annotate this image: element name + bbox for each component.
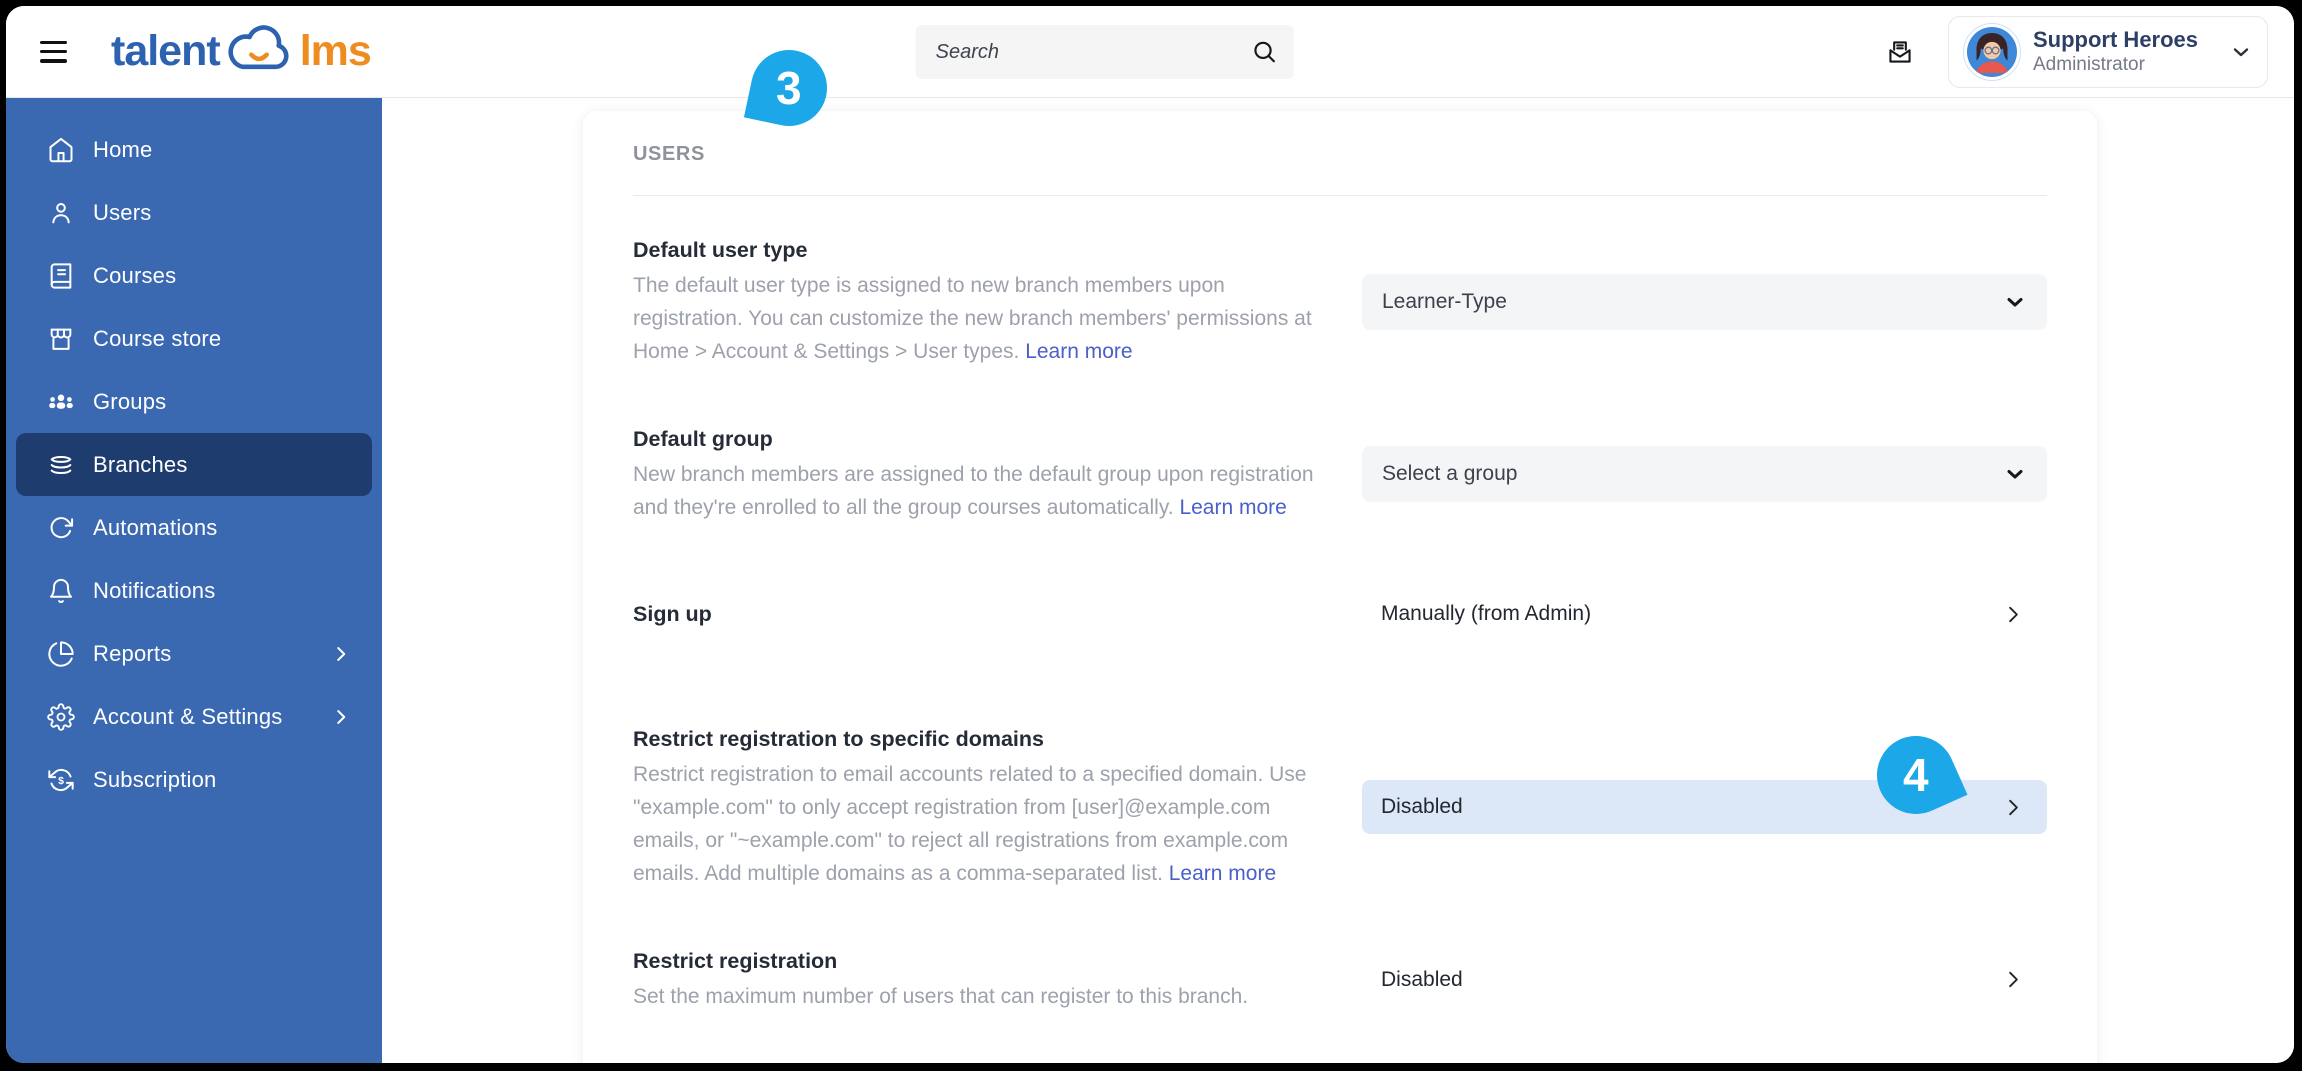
restrict-registration-setting[interactable]: Disabled (1362, 952, 2047, 1008)
setting-description: Restrict registration to email accounts … (633, 763, 1307, 885)
user-identity: Support Heroes Administrator (2033, 27, 2198, 76)
learn-more-link[interactable]: Learn more (1169, 862, 1276, 885)
sidebar-item-reports[interactable]: Reports (16, 622, 372, 685)
sidebar-nav: Home Users Courses Course store Groups B… (6, 98, 382, 1063)
sign-up-setting[interactable]: Manually (from Admin) (1362, 586, 2047, 642)
search-input[interactable] (915, 25, 1294, 79)
setting-row-sign-up: Sign up Manually (from Admin) (633, 552, 2047, 676)
search-icon[interactable] (1252, 39, 1278, 65)
storefront-icon (46, 325, 76, 353)
default-group-select[interactable]: Select a group (1362, 446, 2047, 502)
cloud-icon (228, 24, 289, 69)
sidebar-item-users[interactable]: Users (16, 181, 372, 244)
user-role: Administrator (2033, 54, 2145, 76)
groups-icon (46, 388, 76, 416)
hamburger-menu-icon[interactable] (40, 40, 67, 63)
branch-users-settings-card: USERS Default user type The default user… (583, 111, 2097, 1063)
setting-label: Default group (633, 427, 773, 451)
setting-label: Sign up (633, 602, 712, 626)
setting-row-restrict-registration: Restrict registration Set the maximum nu… (633, 918, 2047, 1041)
setting-description: Set the maximum number of users that can… (633, 985, 1249, 1008)
pie-chart-icon (46, 640, 76, 668)
global-search (915, 25, 1294, 79)
learn-more-link[interactable]: Learn more (1025, 340, 1132, 363)
app-window: talent lms Search Support Heroes Adminis… (6, 6, 2294, 1063)
logo-talent-text: talent (111, 27, 221, 75)
avatar (1963, 22, 2021, 81)
setting-label: Restrict registration (633, 949, 838, 973)
default-user-type-select[interactable]: Learner-Type (1362, 273, 2047, 330)
logo-lms-text: lms (299, 27, 372, 75)
setting-row-restrict-domains: Restrict registration to specific domain… (633, 676, 2047, 918)
chevron-right-icon (330, 706, 352, 728)
setting-description: New branch members are assigned to the d… (633, 463, 1314, 519)
sidebar-item-courses[interactable]: Courses (16, 244, 372, 307)
messages-inbox-icon[interactable] (1886, 38, 1914, 66)
header-right-cluster: Support Heroes Administrator (1886, 6, 2268, 97)
learn-more-link[interactable]: Learn more (1179, 496, 1286, 519)
chevron-right-icon (2002, 603, 2025, 626)
sidebar-item-course-store[interactable]: Course store (16, 307, 372, 370)
chevron-right-icon (2002, 796, 2025, 819)
chevron-right-icon (330, 643, 352, 665)
subscription-icon: $ (46, 766, 76, 794)
talentlms-logo[interactable]: talent lms (111, 21, 372, 83)
user-menu[interactable]: Support Heroes Administrator (1948, 15, 2268, 88)
sidebar-item-home[interactable]: Home (16, 118, 372, 181)
sidebar-item-groups[interactable]: Groups (16, 370, 372, 433)
setting-row-default-user-type: Default user type The default user type … (633, 202, 2047, 396)
automation-icon (46, 514, 76, 542)
layers-icon (46, 451, 76, 479)
setting-label: Restrict registration to specific domain… (633, 727, 1044, 751)
sidebar-item-account-settings[interactable]: Account & Settings (16, 685, 372, 748)
sidebar-item-notifications[interactable]: Notifications (16, 559, 372, 622)
sidebar-item-subscription[interactable]: $ Subscription (16, 748, 372, 811)
user-icon (46, 199, 76, 227)
setting-label: Default user type (633, 238, 808, 262)
gear-icon (46, 702, 76, 731)
svg-text:$: $ (58, 774, 64, 786)
top-header: talent lms Search Support Heroes Adminis… (6, 6, 2294, 98)
chevron-down-icon (2229, 40, 2253, 64)
main-content: USERS Default user type The default user… (382, 98, 2294, 1063)
setting-description: The default user type is assigned to new… (633, 274, 1312, 363)
chevron-right-icon (2002, 968, 2025, 991)
sidebar-item-automations[interactable]: Automations (16, 496, 372, 559)
chevron-down-icon (2003, 462, 2027, 486)
section-divider (633, 195, 2047, 196)
setting-row-default-group: Default group New branch members are ass… (633, 396, 2047, 552)
chevron-down-icon (2003, 290, 2027, 314)
book-icon (46, 262, 76, 290)
section-title: USERS (633, 143, 705, 165)
sidebar-item-branches[interactable]: Branches (16, 433, 372, 496)
user-name: Support Heroes (2033, 26, 2199, 52)
home-icon (46, 136, 76, 164)
bell-icon (46, 577, 76, 605)
